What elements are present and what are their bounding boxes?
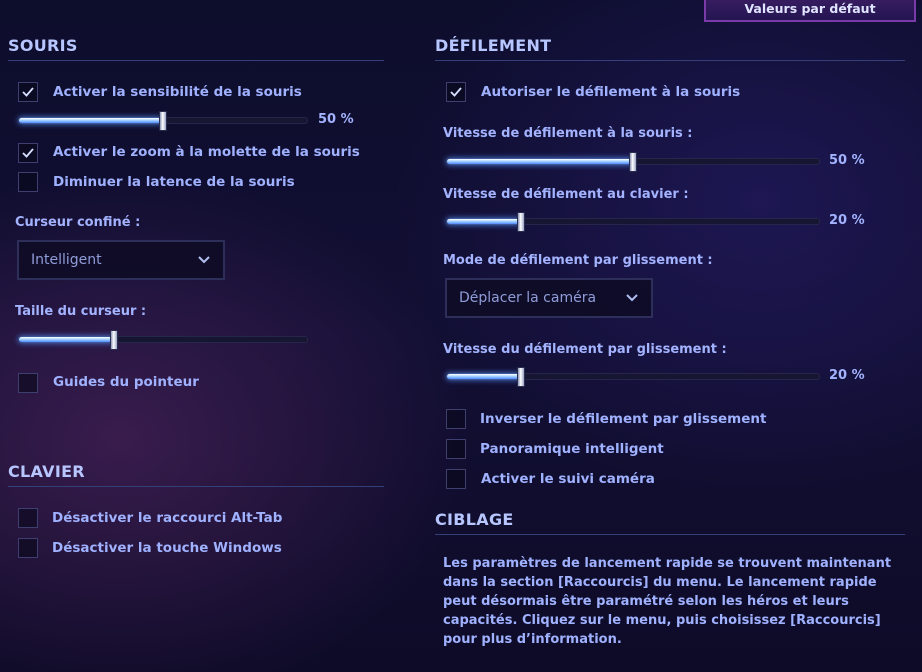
smart-pan-label: Panoramique intelligent: [480, 441, 664, 457]
camera-follow-label: Activer le suivi caméra: [481, 471, 655, 487]
reduce-latency-label: Diminuer la latence de la souris: [53, 174, 295, 190]
mouse-scroll-speed-value: 50 %: [829, 153, 865, 168]
drag-speed-slider[interactable]: [446, 367, 820, 387]
mouse-sensitivity-slider[interactable]: [18, 111, 308, 131]
section-divider: [435, 534, 905, 535]
slider-fill: [447, 219, 520, 224]
confined-cursor-label: Curseur confiné :: [15, 215, 141, 230]
slider-fill: [19, 337, 113, 342]
checkmark-icon: [450, 87, 462, 97]
invert-drag-label: Inverser le défilement par glissement: [480, 411, 767, 427]
section-divider: [435, 60, 905, 61]
disable-windows-key-checkbox[interactable]: [18, 538, 38, 558]
dropdown-value: Intelligent: [31, 252, 102, 268]
slider-thumb[interactable]: [517, 212, 525, 232]
invert-drag-checkbox[interactable]: [446, 409, 466, 429]
section-divider: [8, 486, 384, 487]
disable-alt-tab-checkbox[interactable]: [18, 508, 38, 528]
keyboard-scroll-speed-slider[interactable]: [446, 212, 820, 232]
drag-speed-value: 20 %: [829, 368, 865, 383]
drag-mode-dropdown[interactable]: Déplacer la caméra: [445, 278, 653, 318]
section-title-scrolling: DÉFILEMENT: [435, 36, 552, 55]
mouse-scroll-label: Autoriser le défilement à la souris: [481, 84, 741, 100]
keyboard-scroll-speed-label: Vitesse de défilement au clavier :: [443, 187, 689, 202]
keyboard-scroll-speed-value: 20 %: [829, 213, 865, 228]
mouse-scroll-checkbox[interactable]: [446, 82, 466, 102]
sensitivity-checkbox[interactable]: [18, 82, 38, 102]
section-title-targeting: CIBLAGE: [435, 510, 514, 529]
dropdown-value: Déplacer la caméra: [459, 290, 597, 306]
checkmark-icon: [22, 148, 34, 158]
slider-fill: [447, 159, 632, 164]
section-title-mouse: SOURIS: [8, 36, 78, 55]
wheel-zoom-label: Activer le zoom à la molette de la souri…: [53, 144, 360, 160]
checkmark-icon: [22, 87, 34, 97]
disable-windows-key-label: Désactiver la touche Windows: [52, 540, 282, 556]
wheel-zoom-checkbox[interactable]: [18, 143, 38, 163]
mouse-sensitivity-value: 50 %: [318, 112, 354, 127]
mouse-scroll-speed-slider[interactable]: [446, 152, 820, 172]
targeting-info-text: Les paramètres de lancement rapide se tr…: [443, 556, 892, 647]
slider-thumb[interactable]: [517, 367, 525, 387]
pointer-guides-label: Guides du pointeur: [53, 374, 199, 390]
cursor-size-label: Taille du curseur :: [15, 304, 147, 319]
slider-thumb[interactable]: [629, 152, 637, 172]
mouse-scroll-speed-label: Vitesse de défilement à la souris :: [443, 126, 693, 141]
confined-cursor-dropdown[interactable]: Intelligent: [17, 240, 225, 280]
pointer-guides-checkbox[interactable]: [18, 373, 38, 393]
section-divider: [8, 60, 384, 61]
chevron-down-icon: [626, 294, 638, 302]
drag-mode-label: Mode de défilement par glissement :: [443, 253, 713, 268]
cursor-size-slider[interactable]: [18, 330, 308, 350]
disable-alt-tab-label: Désactiver le raccourci Alt-Tab: [52, 510, 283, 526]
slider-fill: [19, 118, 162, 123]
camera-follow-checkbox[interactable]: [446, 469, 466, 489]
chevron-down-icon: [198, 256, 210, 264]
slider-thumb[interactable]: [159, 111, 167, 131]
drag-speed-label: Vitesse du défilement par glissement :: [443, 342, 727, 357]
smart-pan-checkbox[interactable]: [446, 439, 466, 459]
slider-thumb[interactable]: [110, 330, 118, 350]
sensitivity-label: Activer la sensibilité de la souris: [53, 84, 302, 100]
reduce-latency-checkbox[interactable]: [18, 172, 38, 192]
defaults-button[interactable]: Valeurs par défaut: [704, 0, 916, 22]
slider-fill: [447, 374, 520, 379]
section-title-keyboard: CLAVIER: [8, 462, 85, 481]
